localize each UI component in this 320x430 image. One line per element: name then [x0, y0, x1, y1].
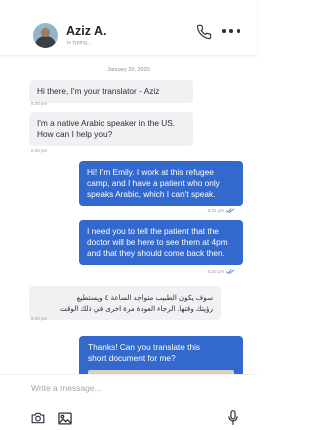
- message-input[interactable]: [31, 380, 231, 396]
- typing-status: is typing...: [67, 40, 92, 46]
- camera-icon[interactable]: [31, 412, 45, 424]
- chat-header: Aziz A. is typing...: [0, 0, 257, 56]
- message-meta: 6:31 pm: [208, 208, 235, 213]
- gallery-icon[interactable]: [58, 412, 72, 425]
- avatar[interactable]: [33, 23, 58, 48]
- more-options-icon[interactable]: [222, 27, 240, 35]
- message-line: short document for me?: [88, 353, 176, 363]
- incoming-message[interactable]: I'm a native Arabic speaker in the US. H…: [29, 112, 193, 146]
- message-time: 6:30 pm: [31, 101, 48, 106]
- message-line: Thanks! Can you translate this: [88, 342, 201, 352]
- message-line: Hi! I'm Emily. I work at this refugee: [87, 167, 214, 177]
- message-line: camp, and I have a patient who only: [87, 178, 220, 188]
- message-meta: 6:32 pm: [208, 269, 235, 274]
- message-line: I need you to tell the patient that the: [87, 226, 219, 236]
- outgoing-message[interactable]: I need you to tell the patient that the …: [79, 220, 243, 265]
- incoming-message[interactable]: سوف يكون الطبيب متواجد الساعة ٤ ويستطيع …: [29, 286, 221, 320]
- message-line: I'm a native Arabic speaker in the US.: [37, 118, 176, 128]
- message-line: Hi there, I'm your translator - Aziz: [37, 86, 160, 96]
- message-time: 6:31 pm: [208, 208, 225, 213]
- contact-name[interactable]: Aziz A.: [66, 24, 107, 38]
- double-check-icon: [226, 269, 235, 274]
- microphone-icon[interactable]: [228, 410, 238, 425]
- message-time: 6:30 pm: [31, 316, 48, 321]
- message-line: رؤيتك وقتها. الرجاء العودة مرة اخرى في ذ…: [59, 304, 213, 313]
- message-line: and that they should come back then.: [87, 248, 225, 258]
- divider: [0, 374, 257, 375]
- double-check-icon: [226, 208, 235, 213]
- message-time: 6:32 pm: [208, 269, 225, 274]
- date-separator: January 20, 2020: [107, 67, 150, 73]
- message-line: speaks Arabic, which I can't speak.: [87, 189, 216, 199]
- message-line: doctor will be here to see them at 4pm: [87, 237, 228, 247]
- message-line: How can I help you?: [37, 129, 113, 139]
- incoming-message[interactable]: Hi there, I'm your translator - Aziz: [29, 80, 193, 103]
- message-line: سوف يكون الطبيب متواجد الساعة ٤ ويستطيع: [76, 293, 213, 302]
- outgoing-message[interactable]: Hi! I'm Emily. I work at this refugee ca…: [79, 161, 243, 206]
- message-time: 6:30 pm: [31, 148, 48, 153]
- message-text: Thanks! Can you translate this short doc…: [88, 342, 238, 364]
- message-composer: [0, 374, 257, 430]
- phone-icon[interactable]: [196, 24, 212, 40]
